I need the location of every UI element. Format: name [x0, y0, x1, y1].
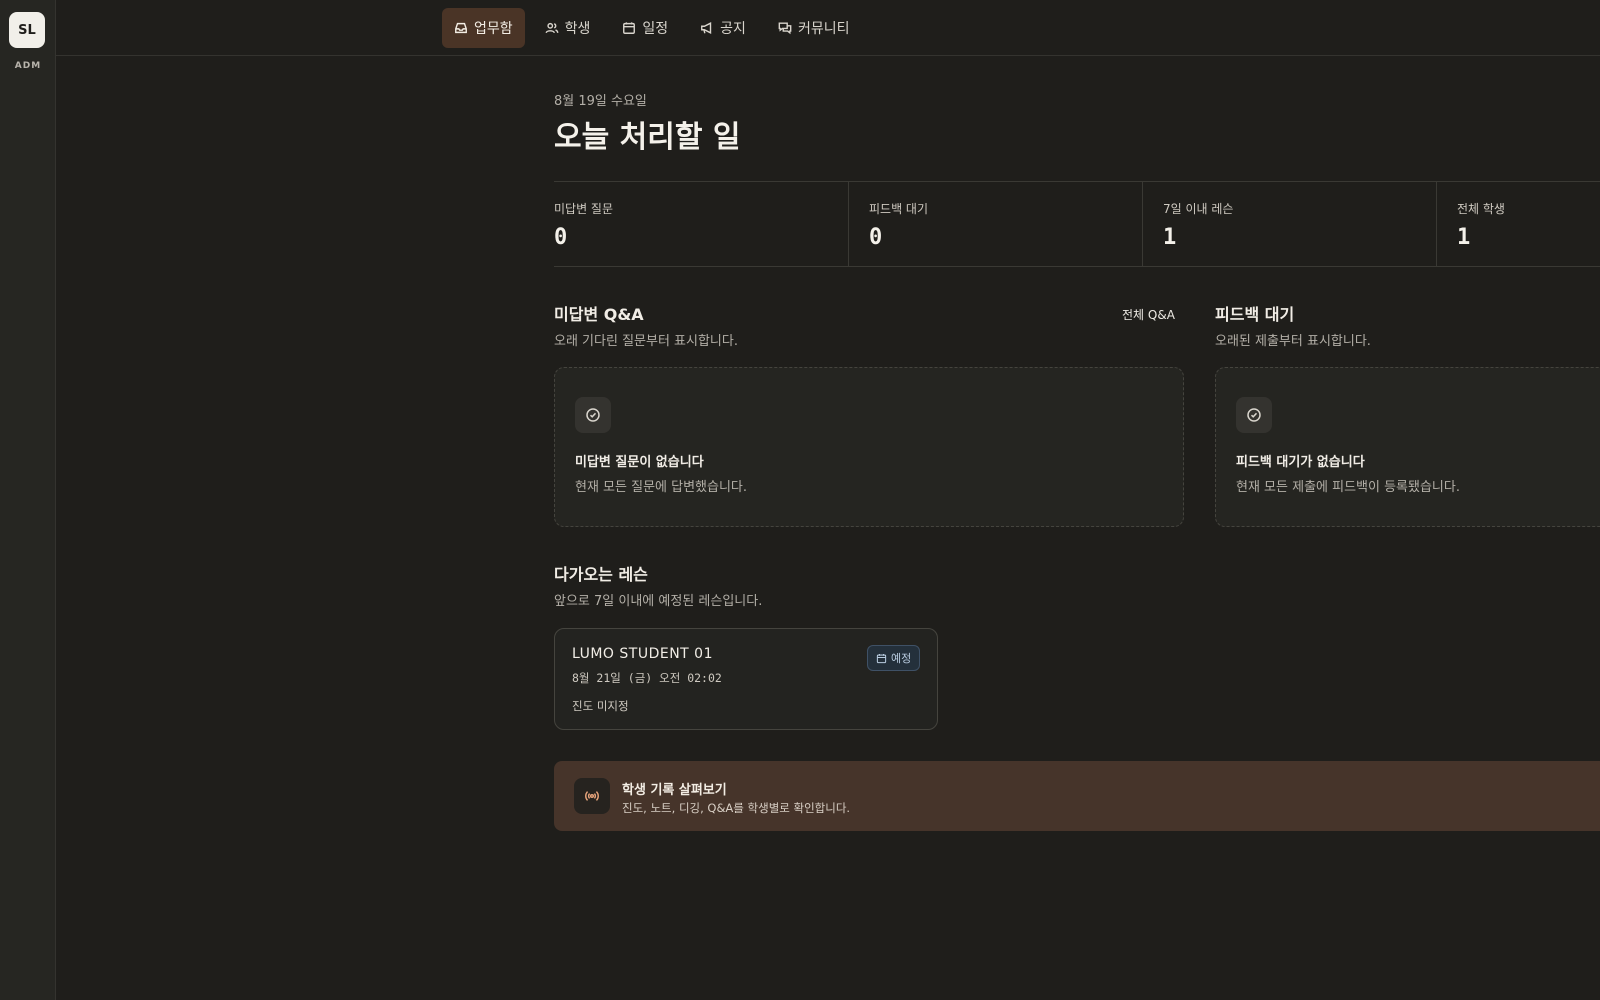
stat-value: 0: [554, 225, 568, 250]
qa-check-badge: [575, 397, 611, 433]
users-icon: [545, 22, 559, 34]
status-badge-label: 예정: [891, 652, 912, 665]
megaphone-icon: [701, 22, 712, 34]
qa-empty-state: 미답변 질문이 없습니다 현재 모든 질문에 답변했습니다.: [554, 367, 1184, 527]
chat-icon: [778, 22, 792, 35]
sidebar: SL ADM: [0, 0, 56, 1000]
stat-lessons-7days: 7일 이내 레슨 1: [1142, 182, 1436, 266]
status-badge: 예정: [867, 645, 921, 671]
feedback-empty-title: 피드백 대기가 없습니다: [1236, 455, 1365, 470]
nav-item-label: 학생: [564, 21, 591, 37]
banner-subtitle: 진도, 노트, 디깅, Q&A를 학생별로 확인합니다.: [622, 801, 851, 815]
nav-item-label: 공지: [720, 21, 746, 37]
inbox-icon: [455, 22, 467, 34]
feedback-empty-description: 현재 모든 제출에 피드백이 등록됐습니다.: [1236, 480, 1460, 495]
qa-empty-title: 미답변 질문이 없습니다: [575, 455, 704, 470]
stats-row: 미답변 질문 0 피드백 대기 0 7일 이내 레슨 1 전체 학생 1: [554, 181, 1600, 267]
lesson-datetime: 8월 21일 (금) 오전 02:02: [572, 671, 722, 685]
avatar[interactable]: SL: [9, 12, 45, 48]
stat-total-students: 전체 학생 1: [1436, 182, 1600, 266]
nav-item-label: 일정: [642, 21, 669, 37]
nav-item-community[interactable]: 커뮤니티: [766, 8, 862, 48]
stat-value: 1: [1457, 225, 1471, 250]
nav-item-label: 업무함: [474, 21, 513, 37]
nav-item-inbox[interactable]: 업무함: [442, 8, 525, 48]
nav-item-notices[interactable]: 공지: [688, 8, 758, 48]
main-nav: 업무함 학생 일정 공지 커뮤니티: [442, 8, 861, 48]
feedback-section-title: 피드백 대기: [1215, 305, 1295, 324]
nav-item-students[interactable]: 학생: [533, 8, 603, 48]
check-circle-icon: [586, 408, 600, 422]
stat-unanswered: 미답변 질문 0: [554, 182, 848, 266]
banner-title: 학생 기록 살펴보기: [622, 783, 727, 798]
page-title: 오늘 처리할 일: [554, 120, 741, 155]
lesson-card[interactable]: LUMO STUDENT 01 8월 21일 (금) 오전 02:02 진도 미…: [554, 628, 938, 730]
lesson-student-name: LUMO STUDENT 01: [572, 646, 713, 662]
feedback-empty-state: 피드백 대기가 없습니다 현재 모든 제출에 피드백이 등록됐습니다.: [1215, 367, 1600, 527]
lessons-section-subtitle: 앞으로 7일 이내에 예정된 레슨입니다.: [554, 594, 763, 609]
qa-section-title: 미답변 Q&A: [554, 305, 644, 324]
banner-icon-box: [574, 778, 610, 814]
qa-section-subtitle: 오래 기다린 질문부터 표시합니다.: [554, 334, 738, 349]
top-nav-bar: 업무함 학생 일정 공지 커뮤니티: [56, 0, 1600, 56]
stat-value: 1: [1163, 225, 1177, 250]
calendar-icon: [623, 22, 636, 34]
role-label: ADM: [14, 61, 42, 71]
lessons-section-title: 다가오는 레슨: [554, 565, 648, 584]
stat-value: 0: [869, 225, 883, 250]
all-qa-link[interactable]: 전체 Q&A: [1122, 306, 1175, 323]
stat-label: 전체 학생: [1457, 202, 1505, 216]
qa-empty-description: 현재 모든 질문에 답변했습니다.: [575, 480, 748, 495]
feedback-check-badge: [1236, 397, 1272, 433]
stat-label: 미답변 질문: [554, 202, 614, 216]
calendar-clock-icon: [876, 653, 887, 663]
nav-item-schedule[interactable]: 일정: [610, 8, 680, 48]
check-circle-icon: [1247, 408, 1261, 422]
current-date: 8월 19일 수요일: [554, 94, 647, 109]
stat-feedback-pending: 피드백 대기 0: [848, 182, 1142, 266]
feedback-section-subtitle: 오래된 제출부터 표시합니다.: [1215, 334, 1371, 349]
broadcast-icon: [585, 791, 599, 801]
lesson-progress: 진도 미지정: [572, 699, 629, 713]
stat-label: 피드백 대기: [869, 202, 929, 216]
stat-label: 7일 이내 레슨: [1163, 202, 1234, 216]
student-records-banner[interactable]: 학생 기록 살펴보기 진도, 노트, 디깅, Q&A를 학생별로 확인합니다.: [554, 761, 1600, 831]
nav-item-label: 커뮤니티: [797, 21, 850, 37]
